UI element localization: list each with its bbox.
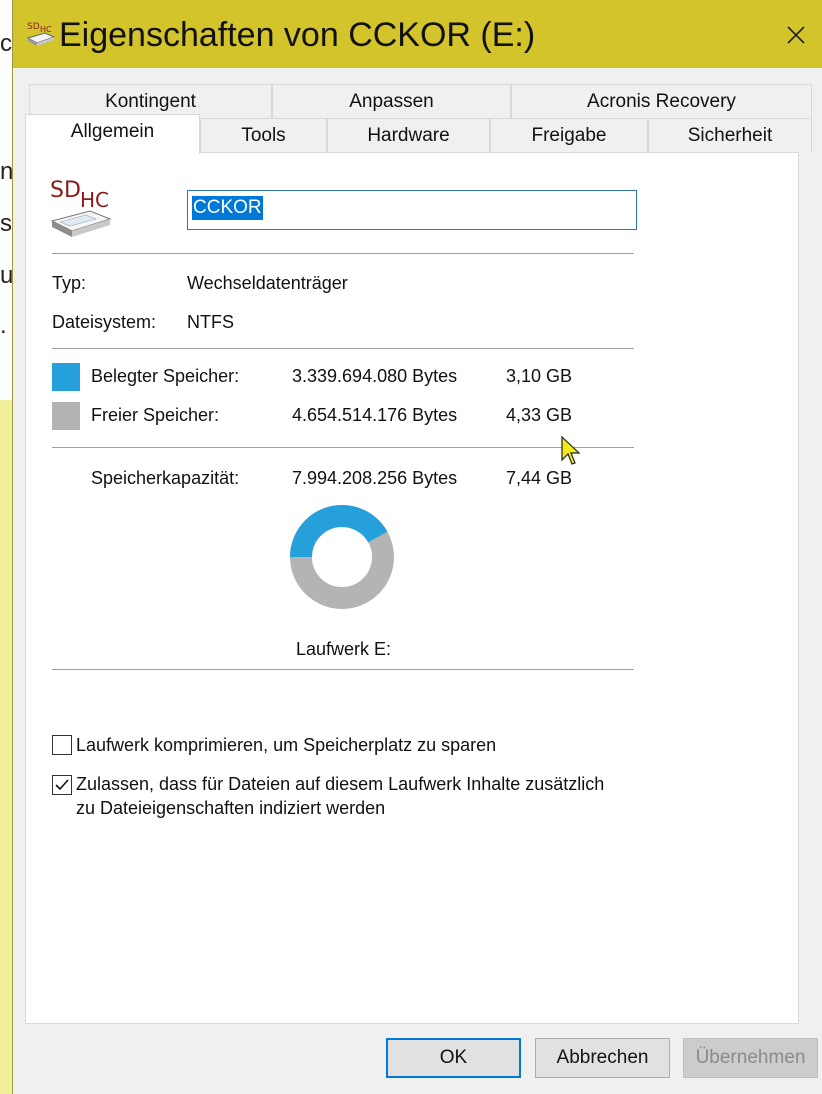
properties-dialog: SD HC Eigenschaften von CCKOR (E:) Konti… — [12, 0, 822, 1094]
used-space-gb: 3,10 GB — [506, 366, 573, 386]
separator — [52, 447, 634, 448]
free-space-bytes: 4.654.514.176 Bytes — [292, 405, 458, 425]
tab-label: Sicherheit — [687, 124, 773, 146]
separator — [52, 253, 634, 254]
tab-kontingent[interactable]: Kontingent — [29, 84, 272, 118]
sdhc-drive-icon: SD HC — [26, 22, 56, 46]
index-label-line1[interactable]: Zulassen, dass für Dateien auf diesem La… — [76, 774, 604, 795]
tab-acronis-recovery[interactable]: Acronis Recovery — [511, 84, 812, 118]
title-bar: SD HC Eigenschaften von CCKOR (E:) — [13, 0, 822, 68]
index-checkbox[interactable] — [52, 775, 72, 795]
type-label: Typ: — [52, 273, 87, 293]
tab-tools[interactable]: Tools — [200, 118, 327, 152]
checkmark-icon — [55, 779, 69, 791]
filesystem-value: NTFS — [187, 312, 234, 332]
free-space-gb: 4,33 GB — [506, 405, 573, 425]
used-space-swatch — [52, 363, 80, 391]
svg-text:SD: SD — [50, 178, 81, 203]
close-icon — [787, 26, 805, 44]
apply-button[interactable]: Übernehmen — [683, 1038, 818, 1078]
compress-checkbox[interactable] — [52, 735, 72, 755]
svg-text:HC: HC — [40, 25, 52, 34]
background-text-fragment: c — [0, 30, 12, 57]
tab-freigabe[interactable]: Freigabe — [490, 118, 648, 152]
drive-letter-label: Laufwerk E: — [296, 639, 392, 659]
svg-text:SD: SD — [27, 22, 40, 32]
tab-label: Hardware — [367, 124, 450, 146]
tab-sicherheit[interactable]: Sicherheit — [648, 118, 812, 152]
capacity-label: Speicherkapazität: — [91, 468, 240, 488]
close-button[interactable] — [779, 18, 813, 52]
free-space-label: Freier Speicher: — [91, 405, 220, 425]
svg-text:HC: HC — [80, 188, 109, 212]
compress-label[interactable]: Laufwerk komprimieren, um Speicherplatz … — [76, 735, 496, 756]
tab-label: Anpassen — [349, 90, 434, 112]
filesystem-label: Dateisystem: — [52, 312, 157, 332]
index-label-line2[interactable]: zu Dateieigenschaften indiziert werden — [76, 798, 385, 819]
separator — [52, 669, 634, 670]
tab-label: Freigabe — [531, 124, 607, 146]
capacity-gb: 7,44 GB — [506, 468, 573, 488]
general-tab-panel: SD HC CCKOR Typ: Wechseldatenträger Date… — [25, 152, 799, 1024]
capacity-bytes: 7.994.208.256 Bytes — [292, 468, 458, 488]
cancel-button[interactable]: Abbrechen — [535, 1038, 670, 1078]
window-title: Eigenschaften von CCKOR (E:) — [59, 16, 536, 54]
tab-label: Acronis Recovery — [587, 90, 736, 112]
usage-donut-chart — [290, 505, 394, 609]
type-value: Wechseldatenträger — [187, 273, 348, 293]
tab-label: Allgemein — [70, 120, 155, 142]
free-space-swatch — [52, 402, 80, 430]
tab-anpassen[interactable]: Anpassen — [272, 84, 511, 118]
mouse-cursor-icon — [561, 436, 581, 465]
used-space-label: Belegter Speicher: — [91, 366, 240, 386]
used-space-bytes: 3.339.694.080 Bytes — [292, 366, 458, 386]
drive-name-selection: CCKOR — [192, 196, 263, 220]
tab-hardware[interactable]: Hardware — [327, 118, 490, 152]
tab-label: Kontingent — [105, 90, 196, 112]
background-text-fragment: . — [0, 312, 7, 339]
sdhc-card-icon: SD HC — [50, 178, 112, 237]
ok-button[interactable]: OK — [386, 1038, 521, 1078]
tab-allgemein[interactable]: Allgemein — [25, 114, 200, 154]
tab-label: Tools — [241, 124, 286, 146]
separator — [52, 348, 634, 349]
